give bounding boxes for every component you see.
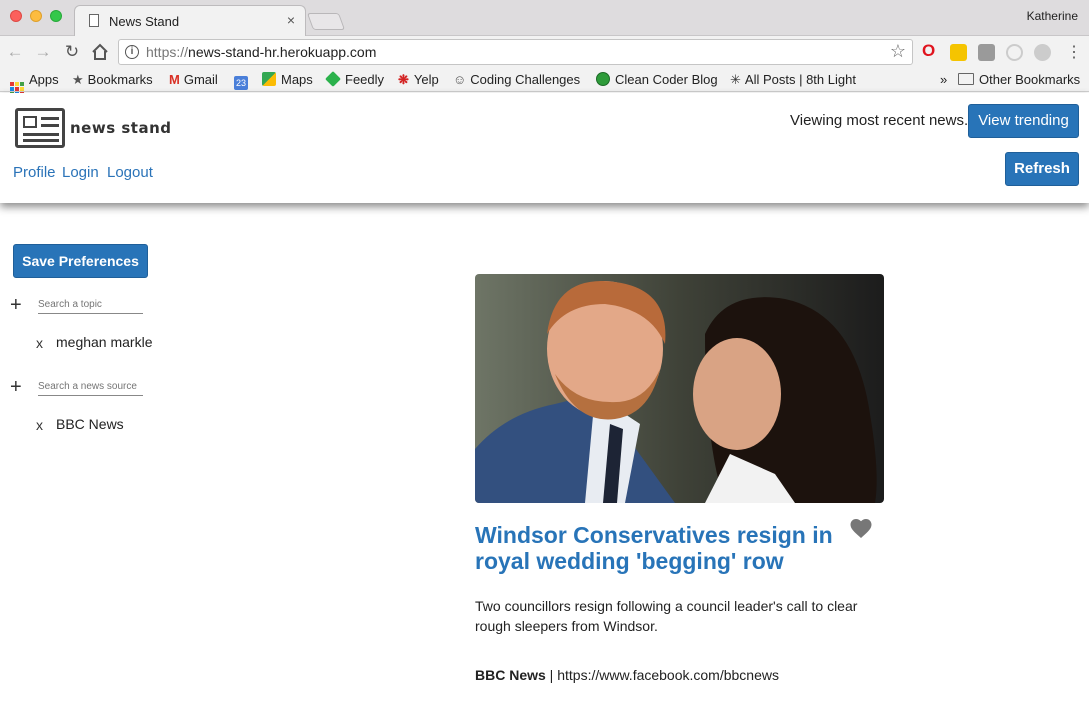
bookmark-8th-light[interactable]: ✳ All Posts | 8th Light <box>730 72 856 88</box>
ghost-extension-icon[interactable] <box>1034 44 1051 61</box>
bookmarks-overflow[interactable]: » <box>940 72 947 87</box>
article-description: Two councillors resign following a counc… <box>475 598 858 634</box>
search-topic-input[interactable] <box>38 292 143 314</box>
document-icon <box>89 14 99 27</box>
heart-icon[interactable] <box>849 517 873 539</box>
browser-tab[interactable]: News Stand × <box>74 5 306 36</box>
gmail-icon: M <box>169 72 180 87</box>
nav-logout-link[interactable]: Logout <box>107 164 153 181</box>
url-text[interactable]: https://news-stand-hr.herokuapp.com <box>146 44 376 60</box>
add-source-icon[interactable]: + <box>10 377 22 397</box>
home-icon[interactable] <box>89 41 111 63</box>
source-item: BBC News <box>56 416 124 432</box>
tab-title: News Stand <box>109 14 180 29</box>
app-header: news stand Profile Login Logout Viewing … <box>0 93 1089 203</box>
other-bookmarks[interactable]: Other Bookmarks <box>958 72 1080 87</box>
article-source: BBC News | https://www.facebook.com/bbcn… <box>475 667 779 683</box>
bookmark-star-icon[interactable]: ☆ <box>890 41 906 62</box>
logo-text[interactable]: news stand <box>70 119 172 137</box>
green-orb-icon <box>596 72 610 86</box>
yellow-extension-icon[interactable] <box>950 44 967 61</box>
bookmark-coding-challenges[interactable]: ☺ Coding Challenges <box>453 72 580 87</box>
bookmark-maps[interactable]: Maps <box>262 72 313 87</box>
article-image[interactable] <box>475 274 884 503</box>
tab-close-icon[interactable]: × <box>287 12 295 28</box>
maximize-window-button[interactable] <box>50 10 62 22</box>
folder-icon <box>958 73 974 85</box>
newspaper-logo-icon[interactable] <box>15 108 65 148</box>
bookmark-clean-coder[interactable]: Clean Coder Blog <box>596 72 718 87</box>
add-topic-icon[interactable]: + <box>10 295 22 315</box>
article-source-url[interactable]: https://www.facebook.com/bbcnews <box>557 667 779 683</box>
remove-source-icon[interactable]: x <box>36 417 43 433</box>
viewing-status-text: Viewing most recent news. <box>790 112 969 129</box>
reload-icon[interactable]: ↻ <box>61 41 83 63</box>
maps-icon <box>262 72 276 86</box>
search-source-input[interactable] <box>38 374 143 396</box>
article-source-name: BBC News <box>475 667 546 683</box>
gray-extension-icon[interactable] <box>978 44 995 61</box>
menu-kebab-icon[interactable]: ⋮ <box>1066 42 1082 62</box>
nav-login-link[interactable]: Login <box>62 164 99 181</box>
info-icon[interactable]: i <box>125 45 139 59</box>
save-preferences-button[interactable]: Save Preferences <box>13 244 148 278</box>
back-arrow-icon[interactable]: ← <box>4 41 26 63</box>
bookmarks-bar: Apps ★ Bookmarks M Gmail 23 Maps Feedly ❋ Y… <box>0 68 1089 96</box>
8th-light-icon: ✳ <box>730 72 741 87</box>
minimize-window-button[interactable] <box>30 10 42 22</box>
forward-arrow-icon[interactable]: → <box>32 41 54 63</box>
nav-profile-link[interactable]: Profile <box>13 164 56 181</box>
close-window-button[interactable] <box>10 10 22 22</box>
browser-titlebar: News Stand × Katherine <box>0 0 1089 36</box>
page-content: news stand Profile Login Logout Viewing … <box>0 93 1089 716</box>
view-trending-button[interactable]: View trending <box>968 104 1079 138</box>
profile-name[interactable]: Katherine <box>1027 9 1078 23</box>
bookmark-yelp[interactable]: ❋ Yelp <box>398 72 439 88</box>
remove-topic-icon[interactable]: x <box>36 335 43 351</box>
yelp-icon: ❋ <box>398 72 409 87</box>
browser-toolbar: ← → ↻ i https://news-stand-hr.herokuapp.… <box>0 36 1089 68</box>
bookmark-feedly[interactable]: Feedly <box>325 71 384 87</box>
refresh-button[interactable]: Refresh <box>1005 152 1079 186</box>
opera-extension-icon[interactable]: O <box>922 41 939 60</box>
circle-extension-icon[interactable] <box>1006 44 1023 61</box>
bookmark-calendar[interactable]: 23 <box>234 72 248 90</box>
new-tab-button[interactable] <box>306 13 346 30</box>
source-separator: | <box>545 667 558 683</box>
reddit-icon: ☺ <box>453 72 467 87</box>
calendar-icon: 23 <box>234 76 248 90</box>
bookmark-bookmarks[interactable]: ★ Bookmarks <box>72 72 153 88</box>
feedly-icon <box>325 71 341 87</box>
bookmark-gmail[interactable]: M Gmail <box>169 72 218 87</box>
address-bar[interactable]: i https://news-stand-hr.herokuapp.com ☆ <box>118 39 913 65</box>
star-icon: ★ <box>72 72 84 87</box>
topic-item: meghan markle <box>56 334 153 350</box>
article-title-link[interactable]: Windsor Conservatives resign in royal we… <box>475 522 850 574</box>
